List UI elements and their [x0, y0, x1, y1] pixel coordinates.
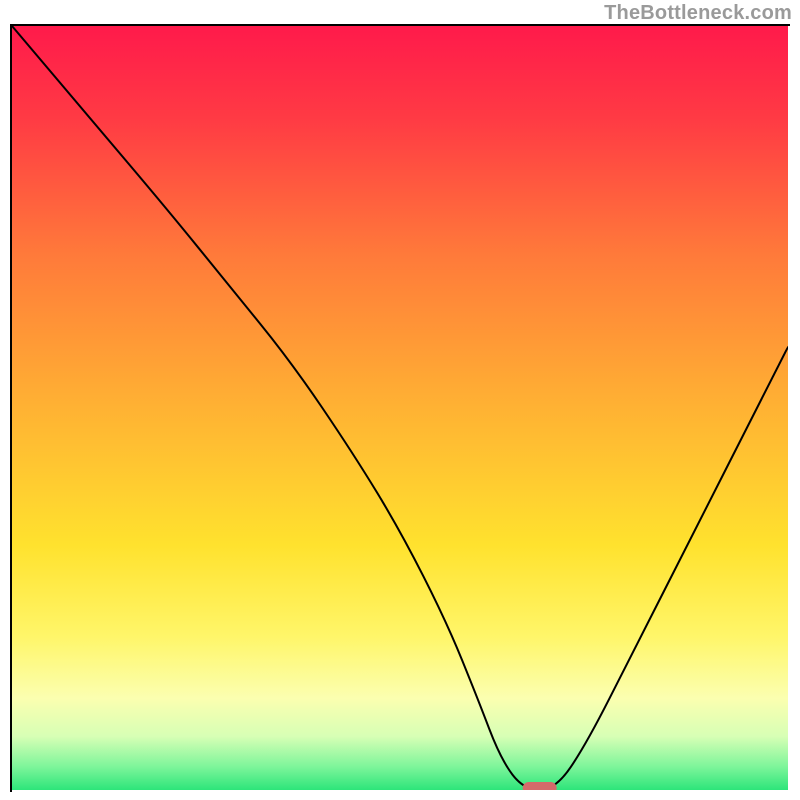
- chart-plot-area: [12, 26, 788, 790]
- watermark-text: TheBottleneck.com: [604, 2, 792, 25]
- chart-svg: [12, 26, 788, 790]
- minimum-marker: [523, 782, 557, 790]
- chart-background: [12, 26, 788, 790]
